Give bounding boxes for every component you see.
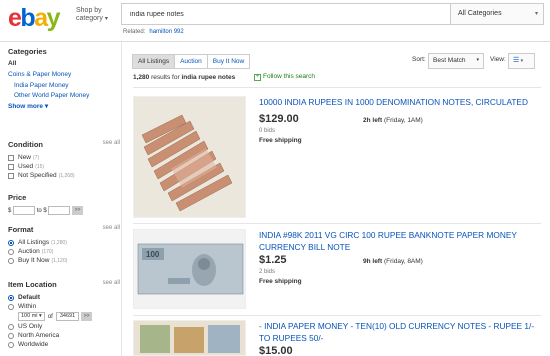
condition-used[interactable]: Used (15) <box>8 162 120 171</box>
tab-all-listings[interactable]: All Listings <box>132 54 176 69</box>
search-input[interactable] <box>122 4 450 24</box>
view-select[interactable]: ☰ ▾ <box>508 53 535 69</box>
format-all-listings[interactable]: All Listings (1,280) <box>8 238 120 247</box>
radio-button[interactable] <box>8 257 14 264</box>
view-label: View: <box>490 56 506 63</box>
chevron-down-icon: ▾ <box>534 11 538 17</box>
listing-image[interactable] <box>133 96 246 218</box>
listing-price: $1.25 <box>259 254 287 266</box>
chevron-down-icon: ▾ <box>519 58 524 64</box>
chevron-down-icon: ▾ <box>104 16 108 22</box>
checkbox[interactable] <box>8 163 14 170</box>
category-india-paper-money[interactable]: India Paper Money <box>8 82 120 89</box>
format-see-all[interactable]: see all <box>103 225 120 231</box>
banknotes-image <box>134 97 245 217</box>
location-go-button[interactable]: >> <box>81 312 93 321</box>
chevron-down-icon: ▾ <box>44 103 49 110</box>
divider <box>133 223 541 224</box>
zip-input[interactable]: 34691 <box>55 312 80 321</box>
listing-price: $129.00 <box>259 113 299 125</box>
price-max-input[interactable] <box>48 206 71 215</box>
sort-label: Sort: <box>412 56 426 63</box>
listing-item[interactable]: 10000 INDIA RUPEES IN 1000 DENOMINATION … <box>133 96 541 218</box>
listing-image[interactable]: 100 <box>133 229 246 309</box>
radio-button[interactable] <box>8 239 14 246</box>
listing-type-tabs: All Listings Auction Buy It Now <box>132 54 251 69</box>
categories-section: Categories All Coins & Paper Money India… <box>8 47 120 110</box>
radio-button[interactable] <box>8 341 14 348</box>
category-coins-paper-money[interactable]: Coins & Paper Money <box>8 71 120 78</box>
listing-image[interactable] <box>133 320 246 356</box>
listing-title-link[interactable]: - INDIA PAPER MONEY - TEN(10) OLD CURREN… <box>259 320 539 344</box>
listing-title-link[interactable]: 10000 INDIA RUPEES IN 1000 DENOMINATION … <box>259 96 539 108</box>
condition-section: Condition see all New (7) Used (15) Not Sp… <box>8 140 120 180</box>
distance-select[interactable]: 100 mi ▾ <box>18 312 45 321</box>
listing-bids: 2 bids <box>259 269 276 275</box>
price-title: Price <box>8 193 27 202</box>
location-us-only[interactable]: US Only <box>8 322 120 331</box>
tab-buy-it-now[interactable]: Buy It Now <box>206 54 251 69</box>
checkbox[interactable] <box>8 154 14 161</box>
radio-button[interactable] <box>8 323 14 330</box>
tab-auction[interactable]: Auction <box>174 54 208 69</box>
condition-not-specified[interactable]: Not Specified (1,268) <box>8 171 120 180</box>
radio-button[interactable] <box>8 332 14 339</box>
categories-title: Categories <box>8 47 47 56</box>
shop-by-category-button[interactable]: Shop by category ▾ <box>76 7 116 23</box>
listing-item[interactable]: 100 INDIA #98K 2011 VG CIRC 100 RUPEE BA… <box>133 229 541 311</box>
header: ebay Shop by category ▾ All Categories ▾… <box>0 0 550 42</box>
related-searches: Related: hamilton 992 <box>123 29 184 35</box>
header-divider <box>0 41 550 42</box>
search-box[interactable] <box>121 3 451 25</box>
category-all[interactable]: All <box>8 60 120 67</box>
listing-price: $15.00 <box>259 345 293 356</box>
price-go-button[interactable]: >> <box>72 206 84 215</box>
ebay-logo[interactable]: ebay <box>8 4 61 33</box>
format-auction[interactable]: Auction (170) <box>8 247 120 256</box>
banknotes-image <box>134 321 245 355</box>
location-worldwide[interactable]: Worldwide <box>8 340 120 349</box>
listing-time-left: 9h left (Friday, 8AM) <box>363 258 423 265</box>
format-buy-it-now[interactable]: Buy It Now (1,120) <box>8 256 120 265</box>
sidebar-divider <box>121 42 122 356</box>
location-see-all[interactable]: see all <box>103 280 120 286</box>
location-within-controls: 100 mi ▾ of 34691 >> <box>8 311 120 322</box>
category-other-world-paper-money[interactable]: Other World Paper Money <box>8 92 120 99</box>
location-north-america[interactable]: North America <box>8 331 120 340</box>
location-default[interactable]: Default <box>8 293 120 302</box>
divider <box>133 315 541 316</box>
format-section: Format see all All Listings (1,280) Aucti… <box>8 225 120 265</box>
radio-button[interactable] <box>8 303 14 310</box>
follow-search-button[interactable]: + Follow this search <box>254 73 315 81</box>
listing-shipping: Free shipping <box>259 137 302 144</box>
listing-title-link[interactable]: INDIA #98K 2011 VG CIRC 100 RUPEE BANKNO… <box>259 229 539 253</box>
results-count: 1,280 results for india rupee notes <box>133 74 236 81</box>
radio-button[interactable] <box>8 294 14 301</box>
checkbox[interactable] <box>8 172 14 179</box>
divider <box>133 87 541 88</box>
item-location-section: Item Location see all Default Within 100… <box>8 280 120 349</box>
listing-time-left: 2h left (Friday, 1AM) <box>363 117 423 124</box>
price-min-input[interactable] <box>13 206 36 215</box>
condition-new[interactable]: New (7) <box>8 153 120 162</box>
location-within[interactable]: Within <box>8 302 120 311</box>
condition-see-all[interactable]: see all <box>103 140 120 146</box>
category-select[interactable]: All Categories ▾ <box>451 3 544 25</box>
banknote-image: 100 <box>134 230 245 308</box>
price-section: Price $ to $ >> <box>8 193 120 215</box>
show-more-link[interactable]: Show more ▾ <box>8 102 120 110</box>
listing-bids: 0 bids <box>259 128 276 134</box>
listing-item[interactable]: - INDIA PAPER MONEY - TEN(10) OLD CURREN… <box>133 320 541 356</box>
svg-text:100: 100 <box>146 250 160 259</box>
radio-button[interactable] <box>8 248 14 255</box>
chevron-down-icon: ▾ <box>476 57 479 63</box>
listing-shipping: Free shipping <box>259 278 302 285</box>
sort-select[interactable]: Best Match ▾ <box>428 53 484 69</box>
related-link[interactable]: hamilton 992 <box>149 29 183 35</box>
plus-icon: + <box>254 74 261 81</box>
